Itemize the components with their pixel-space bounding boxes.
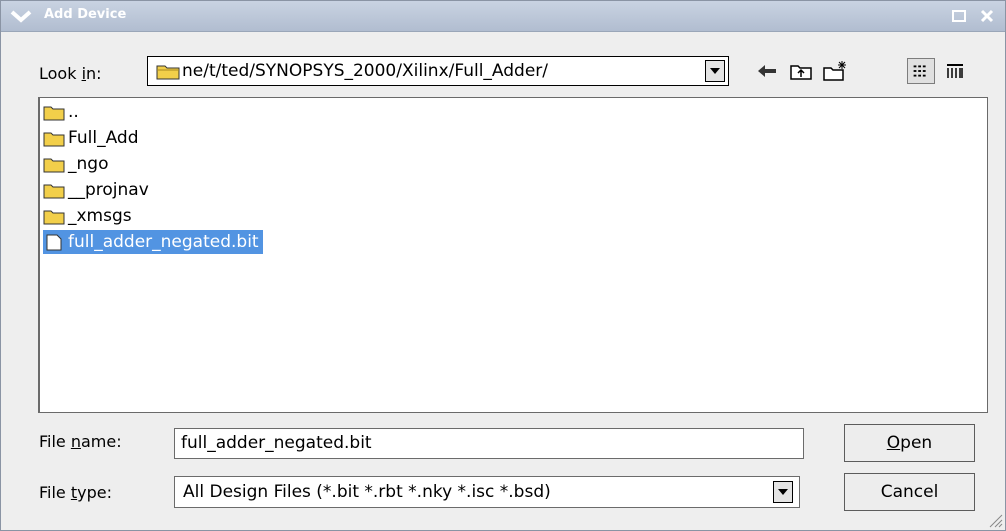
list-item-label: _ngo — [68, 154, 109, 174]
list-item[interactable]: __projnav — [43, 178, 149, 202]
folder-icon — [43, 132, 65, 146]
look-in-label: Look in: — [39, 64, 102, 83]
title-bar[interactable]: Add Device — [1, 1, 1005, 32]
folder-icon — [156, 65, 180, 80]
file-icon — [46, 234, 62, 250]
look-in-combo[interactable]: ne/t/ted/SYNOPSYS_2000/Xilinx/Full_Adder… — [147, 56, 729, 86]
details-view-icon[interactable] — [941, 58, 969, 84]
list-item-label: full_adder_negated.bit — [68, 232, 259, 252]
folder-icon — [43, 184, 65, 198]
file-list[interactable]: .. Full_Add _ngo __projnav _xmsgs full_a… — [38, 97, 988, 413]
window-menu-icon[interactable] — [9, 9, 33, 23]
list-view-icon[interactable] — [907, 58, 935, 84]
look-in-dropdown-button[interactable] — [705, 60, 725, 82]
back-arrow-icon[interactable] — [753, 58, 781, 84]
close-icon[interactable] — [979, 8, 995, 24]
window-title: Add Device — [44, 7, 127, 22]
file-name-label: File name: — [39, 432, 122, 451]
list-item-label: Full_Add — [68, 128, 139, 148]
chevron-down-icon — [710, 68, 720, 74]
maximize-icon[interactable] — [951, 8, 967, 24]
list-item-selected[interactable]: full_adder_negated.bit — [43, 230, 263, 254]
resize-grip-icon[interactable] — [987, 512, 1003, 528]
file-type-dropdown-button[interactable] — [773, 481, 793, 503]
up-folder-icon[interactable] — [787, 58, 815, 84]
list-item[interactable]: Full_Add — [43, 126, 138, 150]
file-name-input[interactable]: full_adder_negated.bit — [174, 428, 804, 459]
list-item-label: .. — [68, 102, 79, 122]
folder-icon — [43, 158, 65, 172]
open-button[interactable]: Open — [844, 424, 975, 462]
folder-icon — [43, 210, 65, 224]
list-item-label: _xmsgs — [68, 206, 132, 226]
file-type-value: All Design Files (*.bit *.rbt *.nky *.is… — [183, 482, 551, 502]
file-type-select[interactable]: All Design Files (*.bit *.rbt *.nky *.is… — [174, 476, 800, 508]
add-device-dialog: Add Device Look in: ne/t/ted/SYNOPSYS_20… — [0, 0, 1006, 531]
folder-icon — [43, 106, 65, 120]
look-in-path: ne/t/ted/SYNOPSYS_2000/Xilinx/Full_Adder… — [182, 61, 549, 81]
cancel-button[interactable]: Cancel — [844, 473, 975, 511]
list-item[interactable]: .. — [43, 100, 79, 124]
list-item-label: __projnav — [68, 180, 149, 200]
file-type-label: File type: — [39, 483, 112, 502]
list-item[interactable]: _xmsgs — [43, 204, 132, 228]
new-folder-icon[interactable] — [821, 58, 849, 84]
list-item[interactable]: _ngo — [43, 152, 108, 176]
chevron-down-icon — [778, 489, 788, 495]
